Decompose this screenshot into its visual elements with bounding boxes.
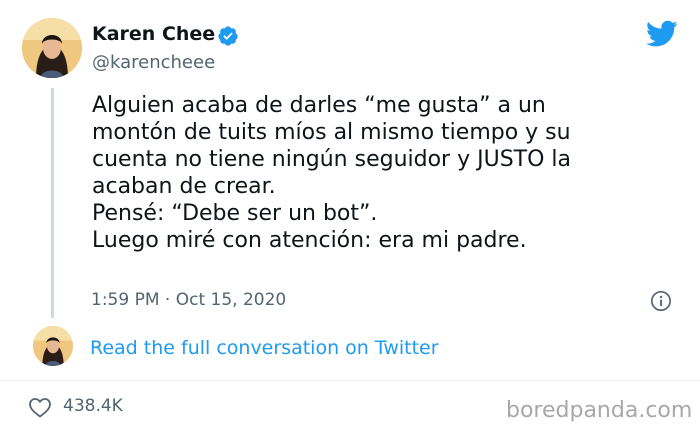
tweet-text-line: Pensé: “Debe ser un bot”.	[92, 201, 378, 226]
tweet-text-line: cuenta no tiene ningún seguidor y JUSTO …	[92, 147, 571, 172]
verified-badge-icon	[218, 26, 238, 46]
read-full-conversation-link[interactable]: Read the full conversation on Twitter	[90, 337, 439, 359]
tweet-time: 1:59 PM	[91, 290, 160, 310]
tweet-text-line: montón de tuits míos al mismo tiempo y s…	[92, 120, 571, 145]
avatar-photo	[33, 326, 73, 366]
watermark: boredpanda.com	[506, 398, 693, 423]
tweet-text-line: Alguien acaba de darles “me gusta” a un	[92, 93, 546, 118]
footer-divider	[0, 380, 700, 381]
tweet-timestamp[interactable]: 1:59 PM · Oct 15, 2020	[91, 290, 286, 310]
avatar-photo	[22, 18, 82, 78]
thread-connector-line	[51, 88, 54, 318]
like-count[interactable]: 438.4K	[63, 396, 123, 416]
author-display-name[interactable]: Karen Chee	[92, 23, 215, 45]
author-avatar[interactable]	[22, 18, 82, 78]
tweet-text-line: Luego miré con atención: era mi padre.	[92, 228, 527, 253]
tweet-date: Oct 15, 2020	[175, 290, 287, 310]
conversation-avatar[interactable]	[33, 326, 73, 366]
info-icon[interactable]	[650, 290, 672, 312]
author-handle[interactable]: @karencheee	[92, 52, 215, 73]
twitter-bird-icon[interactable]	[646, 20, 678, 48]
timestamp-separator: ·	[164, 290, 171, 310]
tweet-text-line: acaban de crear.	[92, 174, 276, 199]
heart-icon[interactable]	[28, 396, 52, 418]
tweet-text: Alguien acaba de darles “me gusta” a un …	[92, 92, 652, 254]
